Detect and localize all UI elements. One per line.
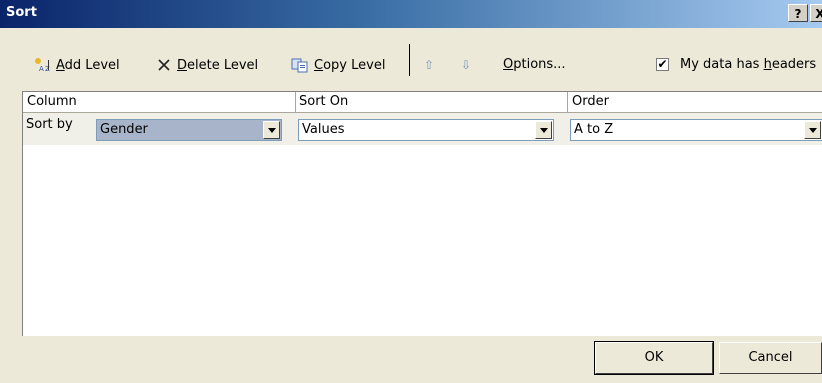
- options-button[interactable]: Options...: [503, 57, 566, 72]
- headers-checkbox-row[interactable]: ✔ My data has headers: [656, 57, 816, 72]
- help-button[interactable]: ?: [788, 4, 808, 22]
- copy-level-label: Copy Level: [314, 57, 386, 73]
- column-select-value: Gender: [100, 122, 148, 137]
- add-level-icon: A Z: [33, 57, 51, 73]
- order-select[interactable]: A to Z: [570, 119, 822, 141]
- grid-header: Column Sort On Order: [23, 92, 822, 113]
- headers-checkbox[interactable]: ✔: [656, 58, 669, 71]
- header-divider: [567, 92, 568, 113]
- add-level-label: Add Level: [56, 57, 120, 73]
- ok-button[interactable]: OK: [594, 341, 714, 375]
- cancel-button[interactable]: Cancel: [719, 342, 822, 374]
- header-divider: [295, 92, 296, 113]
- svg-text:A: A: [39, 65, 44, 73]
- toolbar-separator: [409, 44, 410, 76]
- sort-on-select[interactable]: Values: [298, 119, 554, 141]
- delete-level-label: Delete Level: [177, 57, 259, 73]
- chevron-down-icon[interactable]: [535, 121, 552, 139]
- add-level-button[interactable]: A Z Add Level: [33, 57, 120, 73]
- copy-icon: [291, 57, 309, 73]
- window-title: Sort: [6, 5, 37, 20]
- move-up-icon[interactable]: ⇧: [424, 58, 434, 72]
- delete-x-icon: [156, 57, 172, 73]
- sort-on-select-value: Values: [302, 122, 345, 137]
- sort-levels-grid: Column Sort On Order Sort by Gender Valu…: [22, 91, 822, 336]
- chevron-down-icon[interactable]: [263, 121, 280, 139]
- copy-level-button[interactable]: Copy Level: [291, 57, 385, 73]
- title-bar: Sort ? X: [0, 0, 822, 28]
- svg-text:Z: Z: [45, 65, 50, 73]
- chevron-down-icon[interactable]: [804, 121, 821, 139]
- delete-level-button[interactable]: Delete Level: [156, 57, 258, 73]
- column-select[interactable]: Gender: [96, 119, 282, 141]
- column-header: Column: [27, 94, 77, 109]
- sort-by-label: Sort by: [26, 117, 73, 132]
- order-header: Order: [572, 94, 609, 109]
- sort-on-header: Sort On: [299, 94, 349, 109]
- close-button[interactable]: X: [810, 4, 822, 22]
- headers-label: My data has headers: [680, 57, 817, 72]
- move-down-icon[interactable]: ⇩: [461, 58, 471, 72]
- options-label: Options...: [503, 57, 566, 72]
- order-select-value: A to Z: [574, 122, 614, 137]
- sort-level-row[interactable]: Sort by Gender Values A to Z: [23, 113, 822, 145]
